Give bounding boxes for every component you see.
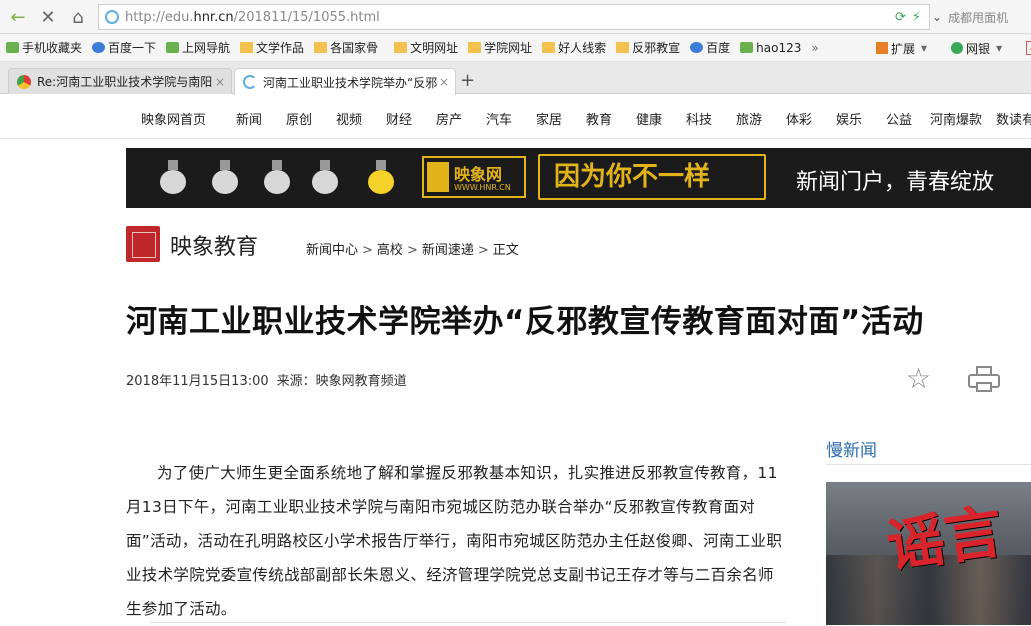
article-title: 河南工业职业技术学院举办“反邪教宣传教育面对面”活动: [126, 304, 924, 340]
address-input[interactable]: http://edu.hnr.cn/201811/15/1055.html ⟳ …: [98, 4, 930, 30]
chevron-down-icon: ▾: [996, 41, 1003, 55]
nav-item[interactable]: 河南爆款: [930, 109, 982, 128]
nav-item[interactable]: 健康: [636, 109, 662, 128]
nav-item[interactable]: 视频: [336, 109, 362, 128]
bookmark-folder[interactable]: 文学作品: [240, 39, 304, 56]
lit-bulb-icon: [364, 156, 398, 200]
article-meta: 2018年11月15日13:00 来源：映象网教育频道: [126, 370, 407, 389]
article-source: 来源：映象网教育频道: [276, 374, 407, 389]
nav-item[interactable]: 财经: [386, 109, 412, 128]
hao123-icon: [740, 42, 754, 53]
breadcrumb-link[interactable]: 新闻速递: [422, 243, 474, 258]
bulb-icon: [308, 156, 342, 200]
folder-icon: [240, 42, 254, 53]
loading-spinner-icon: [243, 75, 257, 89]
recycle-icon[interactable]: ⟳: [895, 10, 906, 25]
bookmark-folder[interactable]: 反邪教宣: [616, 39, 680, 56]
bookmark-item[interactable]: 手机收藏夹: [6, 39, 82, 56]
bookmark-folder[interactable]: 学院网址: [468, 39, 532, 56]
photo-caption-text: 谣言: [882, 497, 1007, 581]
back-arrow-icon[interactable]: ←: [4, 3, 32, 31]
divider: [826, 464, 1031, 465]
nav-item[interactable]: 映象网首页: [141, 109, 206, 128]
bulb-icon: [208, 156, 242, 200]
favorite-star-icon[interactable]: ☆: [906, 365, 936, 395]
lightning-icon[interactable]: ⚡: [912, 10, 921, 25]
folder-icon: [616, 42, 630, 53]
bookmarks-bar: 手机收藏夹 百度一下 上网导航 文学作品 各国家骨 文明网址 学院网址 好人线索…: [0, 34, 1031, 62]
tab-close-icon[interactable]: ×: [439, 75, 449, 89]
bookmarks-more-button[interactable]: »: [811, 41, 818, 55]
extensions-button[interactable]: 扩展 ▾: [876, 40, 927, 57]
printer-icon[interactable]: [968, 366, 1000, 394]
folder-icon: [468, 42, 482, 53]
home-icon[interactable]: ⌂: [64, 3, 92, 31]
url-text: http://edu.hnr.cn/201811/15/1055.html: [125, 9, 380, 25]
ad-banner[interactable]: 映象网 WWW.HNR.CN 因为你不一样 新闻门户，青春绽放: [126, 148, 1031, 208]
nav-item[interactable]: 新闻: [236, 109, 262, 128]
tab-active[interactable]: 河南工业职业技术学院举办“反邪 ×: [234, 68, 456, 95]
bookmark-item[interactable]: 百度一下: [92, 39, 156, 56]
nav-item[interactable]: 汽车: [486, 109, 512, 128]
tab-inactive[interactable]: Re:河南工业职业技术学院与南阳 ×: [8, 68, 232, 94]
nav-item[interactable]: 原创: [286, 109, 312, 128]
channel-logo-icon[interactable]: [126, 226, 160, 262]
breadcrumb: 新闻中心 > 高校 > 新闻速递 > 正文: [306, 243, 519, 258]
bookmark-folder[interactable]: 好人线索: [542, 39, 606, 56]
phone-icon: [6, 42, 19, 53]
nav-item[interactable]: 数读有: [996, 109, 1031, 128]
breadcrumb-link[interactable]: 高校: [377, 243, 403, 258]
baidu-icon: [690, 42, 704, 53]
seal-icon: [427, 162, 449, 192]
breadcrumb-current: 正文: [492, 243, 519, 258]
nav-item[interactable]: 娱乐: [836, 109, 862, 128]
bookmark-folder[interactable]: 文明网址: [394, 39, 458, 56]
article-date: 2018年11月15日13:00: [126, 374, 269, 389]
banner-logo: 映象网 WWW.HNR.CN: [422, 156, 526, 198]
sidebar-heading[interactable]: 慢新闻: [826, 436, 877, 461]
bookmark-item[interactable]: 百度: [690, 39, 730, 56]
nav-item[interactable]: 房产: [436, 109, 462, 128]
bookmark-item[interactable]: hao123: [740, 41, 801, 55]
nav-item[interactable]: 体彩: [786, 109, 812, 128]
dropdown-chevron-icon[interactable]: ⌄: [932, 10, 942, 24]
folder-icon: [542, 42, 556, 53]
stop-icon[interactable]: ✕: [34, 3, 62, 31]
bank-shield-icon: [951, 42, 964, 54]
bulb-icon: [156, 156, 190, 200]
new-tab-button[interactable]: +: [460, 70, 475, 91]
baidu-icon: [92, 42, 106, 53]
folder-icon: [314, 42, 328, 53]
nav-item[interactable]: 教育: [586, 109, 612, 128]
nav-item[interactable]: 家居: [536, 109, 562, 128]
banner-slogan: 因为你不一样: [538, 154, 766, 200]
browser-toolbar: ← ✕ ⌂ http://edu.hnr.cn/201811/15/1055.h…: [0, 0, 1031, 34]
bookmark-item[interactable]: 上网导航: [166, 39, 230, 56]
site-nav: 映象网首页 新闻 原创 视频 财经 房产 汽车 家居 教育 健康 科技 旅游 体…: [0, 95, 1031, 139]
extension-grid-icon: [876, 42, 888, 54]
search-box[interactable]: 成都甩面机: [948, 9, 1008, 26]
nav-item[interactable]: 旅游: [736, 109, 762, 128]
folder-icon: [394, 42, 408, 53]
online-bank-button[interactable]: 网银 ▾: [951, 40, 1002, 57]
nav-item[interactable]: 公益: [886, 109, 912, 128]
sidebar-news-photo[interactable]: 谣言: [826, 482, 1031, 625]
divider: [150, 622, 786, 623]
breadcrumb-link[interactable]: 新闻中心: [306, 243, 358, 258]
nav-item[interactable]: 科技: [686, 109, 712, 128]
tab-strip: Re:河南工业职业技术学院与南阳 × 河南工业职业技术学院举办“反邪 × +: [0, 62, 1031, 95]
chrome-favicon-icon: [17, 74, 31, 89]
translate-icon[interactable]: A: [1026, 41, 1031, 55]
tab-close-icon[interactable]: ×: [215, 75, 225, 89]
page-loading-icon: [105, 10, 119, 24]
bulb-icon: [260, 156, 294, 200]
channel-name[interactable]: 映象教育: [170, 229, 258, 261]
hao123-icon: [166, 42, 180, 53]
bookmark-folder[interactable]: 各国家骨: [314, 39, 378, 56]
chevron-down-icon: ▾: [921, 41, 928, 55]
article-paragraph: 为了使广大师生更全面系统地了解和掌握反邪教基本知识，扎实推进反邪教宣传教育，11…: [126, 464, 783, 618]
banner-tagline: 新闻门户，青春绽放: [796, 170, 995, 195]
